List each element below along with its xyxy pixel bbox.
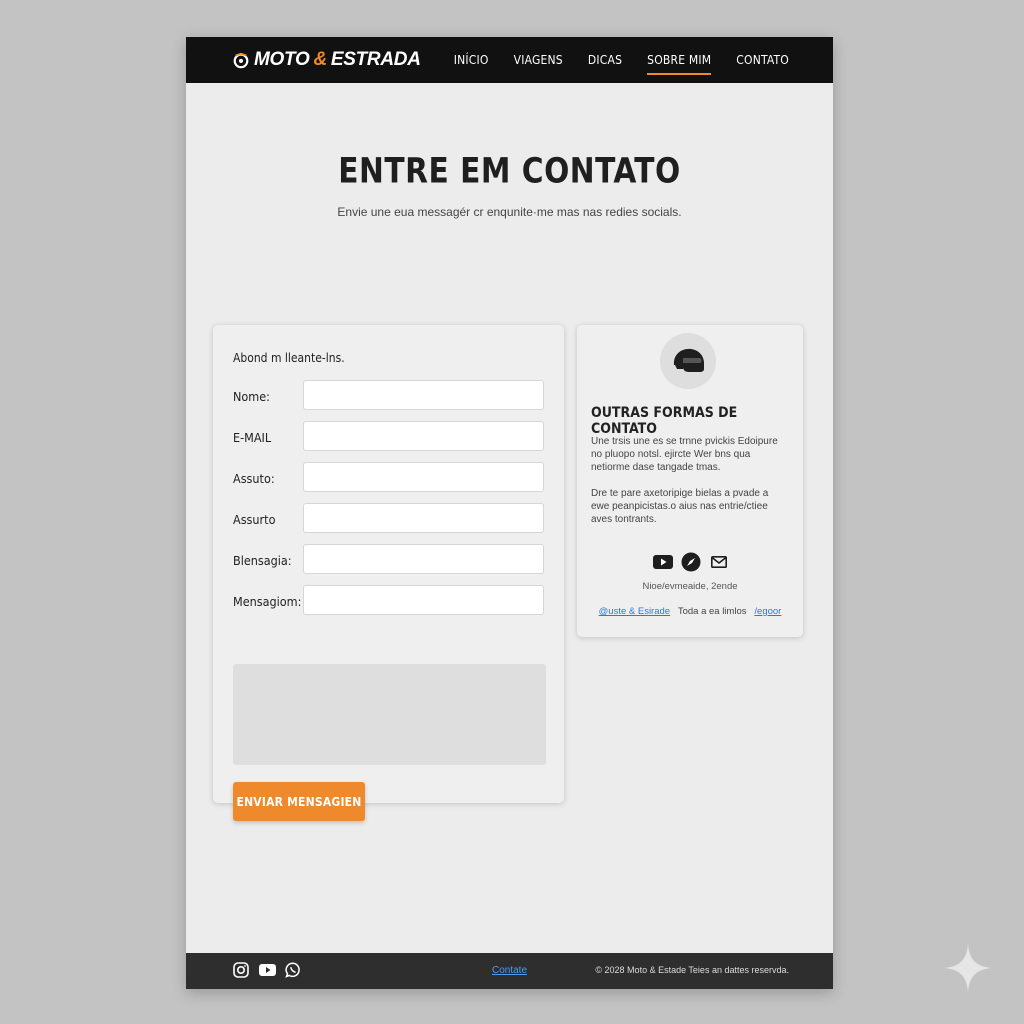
field-row-message: Mensagiom: (233, 585, 547, 617)
mail-icon[interactable] (709, 552, 729, 572)
top-navbar: MOTO & ESTRADA INÍCIO VIAGENS DICAS SOBR… (186, 37, 833, 83)
email-input[interactable] (303, 421, 544, 451)
youtube-icon[interactable] (653, 552, 673, 572)
info-link-moto-estrada[interactable]: @uste & Esirade (599, 606, 670, 617)
page-title: ENTRE EM CONTATO (338, 150, 681, 191)
subject-2-input[interactable] (303, 503, 544, 533)
page-subtitle: Envie une eua messagér cr enqunite·me ma… (337, 205, 682, 219)
nav-sobre-mim[interactable]: SOBRE MIM (647, 49, 712, 75)
message-title-input[interactable] (303, 544, 544, 574)
info-links: @uste & Esirade Toda a ea limlos /egoor (577, 606, 803, 617)
subject-2-label: Assurto (233, 512, 276, 527)
footer-copyright: © 2028 Moto & Estade Teies an dattes res… (595, 965, 789, 975)
logo-text-moto: MOTO (254, 49, 310, 70)
message-input[interactable] (303, 585, 544, 615)
moto-wheel-icon (233, 52, 249, 69)
field-row-email: E-MAIL (233, 421, 547, 453)
helmet-icon (673, 348, 704, 372)
page: MOTO & ESTRADA INÍCIO VIAGENS DICAS SOBR… (186, 37, 833, 989)
subject-label: Assuto: (233, 471, 275, 486)
info-mid-text: Toda a ea limlos (677, 606, 747, 617)
field-row-subject-2: Assurto (233, 503, 547, 535)
info-small-text: Nioe/evmeaide, 2ende (642, 581, 738, 592)
logo-text-estrada: ESTRADA (330, 49, 421, 70)
field-row-message-title: Blensagia: (233, 544, 547, 576)
form-heading: Abond m lleante-lns. (233, 351, 345, 365)
field-row-subject: Assuto: (233, 462, 547, 494)
send-message-button[interactable]: ENVIAR MENSAGIEN (233, 782, 365, 821)
subject-input[interactable] (303, 462, 544, 492)
name-input[interactable] (303, 380, 544, 410)
email-label: E-MAIL (233, 430, 272, 445)
compass-icon[interactable] (681, 552, 701, 572)
message-textarea[interactable] (233, 664, 546, 765)
footer: Contate © 2028 Moto & Estade Teies an da… (186, 953, 833, 989)
nav-viagens[interactable]: VIAGENS (514, 49, 563, 71)
youtube-icon[interactable] (258, 961, 276, 979)
info-paragraph-2: Dre te pare axetoripige bielas a pvade a… (591, 488, 769, 525)
message-label: Mensagiom: (233, 594, 302, 609)
nav-contato[interactable]: CONTATO (736, 49, 789, 71)
info-social-icons (651, 551, 731, 573)
logo-ampersand: & (313, 49, 327, 70)
nav-dicas[interactable]: DICAS (588, 49, 622, 71)
contact-info-card: OUTRAS FORMAS DE CONTATO Une trsis une e… (577, 325, 803, 637)
site-logo[interactable]: MOTO & ESTRADA (232, 49, 421, 71)
info-link-extra[interactable]: /egoor (754, 606, 781, 617)
main-nav: INÍCIO VIAGENS DICAS SOBRE MIM CONTATO (454, 37, 789, 83)
whatsapp-icon[interactable] (284, 961, 302, 979)
contact-form-card: Abond m lleante-lns. Nome: E-MAIL Assuto… (213, 325, 564, 821)
name-label: Nome: (233, 389, 270, 404)
info-title: OUTRAS FORMAS DE CONTATO (591, 405, 738, 437)
message-title-label: Blensagia: (233, 553, 292, 568)
footer-contact-link[interactable]: Contate (492, 965, 527, 976)
nav-inicio[interactable]: INÍCIO (454, 49, 489, 71)
helmet-avatar (660, 333, 716, 389)
info-paragraph-1: Une trsis une es se trnne pvickis Edoipu… (591, 436, 778, 473)
instagram-icon[interactable] (232, 961, 250, 979)
footer-social-icons (232, 961, 302, 979)
field-row-name: Nome: (233, 380, 547, 412)
sparkle-icon (944, 944, 992, 992)
